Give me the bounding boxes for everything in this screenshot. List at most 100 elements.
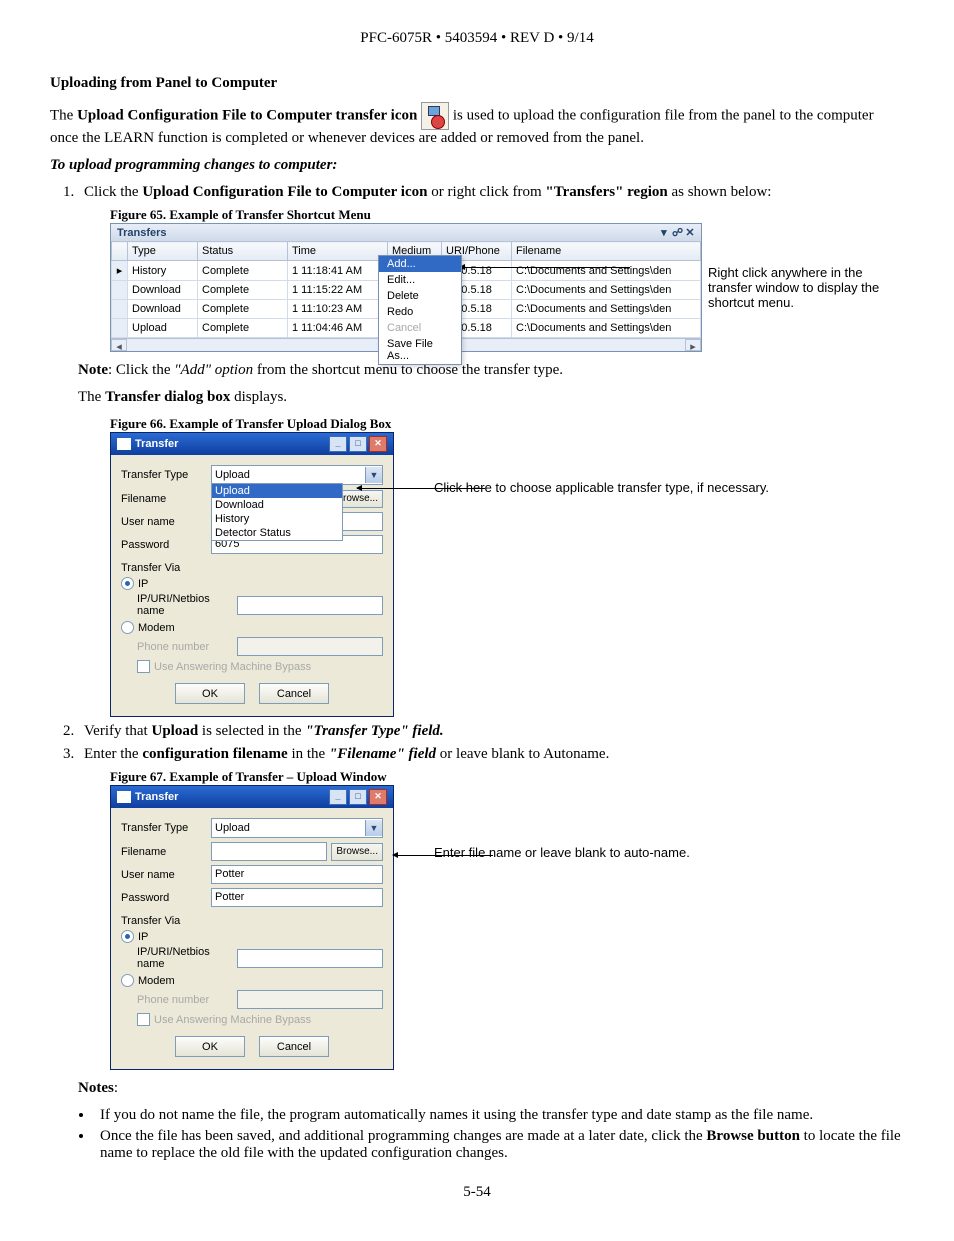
section-title: Uploading from Panel to Computer <box>50 75 904 92</box>
minimize-icon[interactable]: _ <box>329 789 347 805</box>
scroll-left-icon[interactable]: ◂ <box>111 339 127 351</box>
ip-input[interactable] <box>237 596 383 615</box>
dialog-intro: The Transfer dialog box displays. <box>78 389 904 406</box>
dialog-title: Transfer <box>135 791 178 803</box>
bypass-checkbox <box>137 1013 150 1026</box>
cell-status: Complete <box>198 300 288 319</box>
radio-modem[interactable] <box>121 974 134 987</box>
figure66: Transfer _ □ ✕ Transfer Type Upload ▼ Fi… <box>110 432 904 717</box>
procedure-heading: To upload programming changes to compute… <box>50 157 904 174</box>
cell-status: Complete <box>198 281 288 300</box>
notes-heading: Notes: <box>78 1080 904 1097</box>
label-filename: Filename <box>121 846 211 858</box>
ctx-cancel: Cancel <box>379 320 461 336</box>
label-password: Password <box>121 539 211 551</box>
phone-input <box>237 637 383 656</box>
label-phone: Phone number <box>137 641 237 653</box>
panel-controls[interactable]: ▾ ☍ ✕ <box>659 226 695 239</box>
row-marker <box>112 300 128 319</box>
col-time[interactable]: Time <box>288 242 388 261</box>
dialog-app-icon <box>117 438 131 450</box>
minimize-icon[interactable]: _ <box>329 436 347 452</box>
callout65-text: Right click anywhere in the transfer win… <box>708 265 898 310</box>
cell-status: Complete <box>198 319 288 338</box>
chevron-down-icon[interactable]: ▼ <box>365 820 382 836</box>
bypass-checkbox <box>137 660 150 673</box>
col-filename[interactable]: Filename <box>512 242 701 261</box>
dialog-app-icon <box>117 791 131 803</box>
chevron-down-icon[interactable]: ▼ <box>365 467 382 483</box>
cell-time: 1 11:10:23 AM <box>288 300 388 319</box>
upload-config-transfer-icon <box>421 102 449 130</box>
row-marker <box>112 281 128 300</box>
cell-time: 1 11:15:22 AM <box>288 281 388 300</box>
label-ip-address: IP/URI/Netbios name <box>137 946 237 970</box>
bypass-label: Use Answering Machine Bypass <box>154 1014 311 1026</box>
note-line: Note: Click the "Add" option from the sh… <box>78 362 904 379</box>
step-2: Verify that Upload is selected in the "T… <box>78 723 904 740</box>
browse-button[interactable]: Browse... <box>331 843 383 861</box>
col-type[interactable]: Type <box>128 242 198 261</box>
col-status[interactable]: Status <box>198 242 288 261</box>
figure65: Transfers ▾ ☍ ✕ Type Status Time Medium … <box>110 223 904 352</box>
ctx-edit[interactable]: Edit... <box>379 272 461 288</box>
username-input[interactable]: Potter <box>211 865 383 884</box>
note-item-2: Once the file has been saved, and additi… <box>94 1128 904 1162</box>
label-filename: Filename <box>121 493 211 505</box>
maximize-icon[interactable]: □ <box>349 789 367 805</box>
intro-paragraph: The Upload Configuration File to Compute… <box>50 102 904 147</box>
cell-time: 1 11:18:41 AM <box>288 261 388 281</box>
dialog-title: Transfer <box>135 438 178 450</box>
ctx-add[interactable]: Add... <box>379 256 461 272</box>
cell-time: 1 11:04:46 AM <box>288 319 388 338</box>
filename-input[interactable] <box>211 842 327 861</box>
cell-type: Download <box>128 300 198 319</box>
step-1: Click the Upload Configuration File to C… <box>78 184 904 201</box>
ok-button[interactable]: OK <box>175 683 245 704</box>
phone-input <box>237 990 383 1009</box>
transfer-type-select[interactable]: Upload ▼ <box>211 465 383 485</box>
cell-filename: C:\Documents and Settings\den <box>512 319 701 338</box>
cancel-button[interactable]: Cancel <box>259 1036 329 1057</box>
panel-dropdown-icon[interactable]: ▾ <box>659 226 669 239</box>
label-username: User name <box>121 516 211 528</box>
close-icon[interactable]: ✕ <box>369 789 387 805</box>
radio-modem[interactable] <box>121 621 134 634</box>
row-marker <box>112 319 128 338</box>
transfers-context-menu: Add... Edit... Delete Redo Cancel Save F… <box>378 255 462 365</box>
radio-ip[interactable] <box>121 930 134 943</box>
page-number: 5-54 <box>50 1184 904 1201</box>
scroll-right-icon[interactable]: ▸ <box>685 339 701 351</box>
password-input[interactable]: Potter <box>211 888 383 907</box>
label-ip-address: IP/URI/Netbios name <box>137 593 237 617</box>
ip-input[interactable] <box>237 949 383 968</box>
opt-history[interactable]: History <box>212 512 342 526</box>
figure67: Transfer _ □ ✕ Transfer Type Upload ▼ Fi… <box>110 785 904 1070</box>
transfer-dialog-67: Transfer _ □ ✕ Transfer Type Upload ▼ Fi… <box>110 785 394 1070</box>
close-icon[interactable]: ✕ <box>369 436 387 452</box>
ctx-savefileas[interactable]: Save File As... <box>379 336 461 364</box>
figure66-caption: Figure 66. Example of Transfer Upload Di… <box>110 416 904 432</box>
callout66-arrow <box>357 488 485 489</box>
bypass-label: Use Answering Machine Bypass <box>154 661 311 673</box>
ctx-redo[interactable]: Redo <box>379 304 461 320</box>
label-phone: Phone number <box>137 994 237 1006</box>
maximize-icon[interactable]: □ <box>349 436 367 452</box>
transfer-dialog-66: Transfer _ □ ✕ Transfer Type Upload ▼ Fi… <box>110 432 394 717</box>
step-3: Enter the configuration filename in the … <box>78 746 904 763</box>
panel-pin-icon[interactable]: ☍ <box>672 226 682 239</box>
cell-filename: C:\Documents and Settings\den <box>512 281 701 300</box>
ctx-delete[interactable]: Delete <box>379 288 461 304</box>
opt-download[interactable]: Download <box>212 498 342 512</box>
transfers-panel-title: Transfers <box>117 227 167 239</box>
ok-button[interactable]: OK <box>175 1036 245 1057</box>
radio-ip[interactable] <box>121 577 134 590</box>
cancel-button[interactable]: Cancel <box>259 683 329 704</box>
transfer-type-select[interactable]: Upload ▼ <box>211 818 383 838</box>
row-marker: ▸ <box>112 261 128 281</box>
opt-detector-status[interactable]: Detector Status <box>212 526 342 540</box>
opt-upload[interactable]: Upload <box>212 484 342 498</box>
radio-modem-label: Modem <box>138 975 175 987</box>
transfer-via-label: Transfer Via <box>121 562 383 574</box>
panel-close-icon[interactable]: ✕ <box>685 226 695 239</box>
